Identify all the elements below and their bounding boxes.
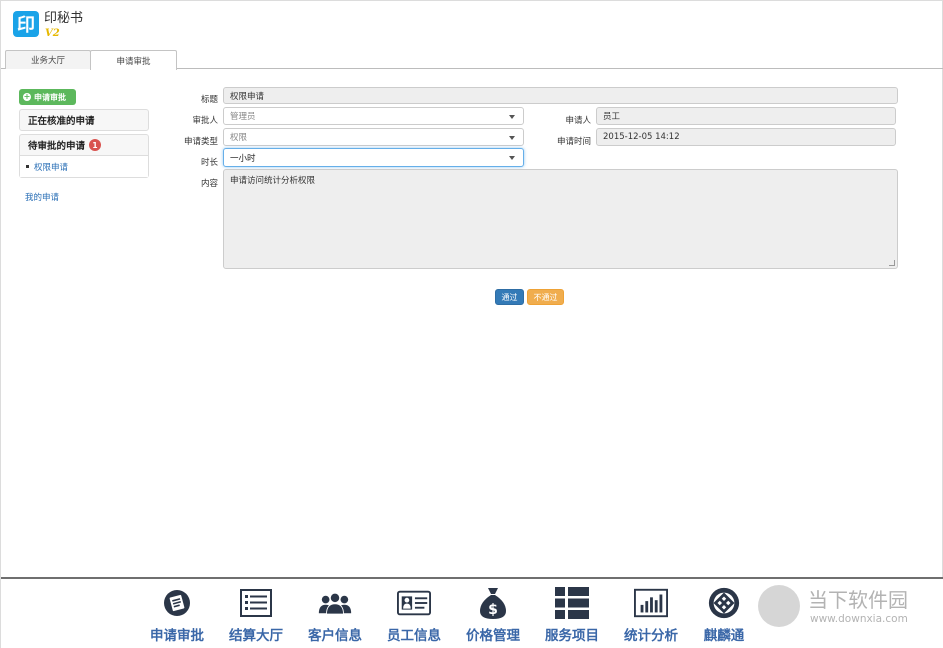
app-window: 印 印秘书 V2 业务大厅 申请审批 + 申请审批 正在核准的申请 待审批的申请…	[0, 0, 943, 648]
watermark: 当下软件园 www.downxia.com	[758, 581, 938, 637]
approving-header[interactable]: 正在核准的申请	[20, 110, 148, 130]
plus-icon: +	[23, 92, 31, 101]
type-label: 申请类型	[183, 137, 218, 147]
bullet-icon	[26, 165, 29, 168]
apply-time-label: 申请时间	[556, 137, 591, 147]
approval-icon	[160, 586, 194, 620]
apply-time-field[interactable]: 2015-12-05 14:12	[596, 128, 896, 146]
nav-label: 员工信息	[387, 628, 441, 644]
nav-apply-approval[interactable]: 申请审批	[138, 586, 216, 644]
nav-label: 麒麟通	[703, 628, 745, 644]
list-icon	[239, 586, 273, 620]
nav-service-items[interactable]: 服务项目	[533, 586, 611, 644]
kylin-icon	[707, 586, 741, 620]
approver-label: 审批人	[192, 116, 218, 126]
watermark-title: 当下软件园	[808, 588, 908, 612]
nav-label: 客户信息	[308, 628, 362, 644]
pending-section: 待审批的申请 1 权限申请	[19, 134, 149, 178]
bar-chart-icon	[634, 586, 668, 620]
svg-text:$: $	[488, 602, 498, 618]
duration-value: 一小时	[230, 153, 256, 164]
logo-text: 印秘书	[44, 11, 84, 26]
nav-label: 价格管理	[466, 628, 520, 644]
grid-list-icon	[555, 586, 589, 620]
chevron-down-icon	[509, 115, 515, 119]
apply-approval-button-label: 申请审批	[34, 92, 66, 102]
watermark-logo-icon	[758, 585, 800, 627]
id-card-icon	[397, 586, 431, 620]
pending-count-badge: 1	[89, 139, 102, 151]
type-value: 权限	[230, 133, 248, 143]
applicant-label: 申请人	[565, 116, 591, 126]
content-textarea[interactable]: 申请访问统计分析权限	[223, 169, 898, 269]
nav-statistics[interactable]: 统计分析	[612, 586, 690, 644]
logo-mark: 印	[13, 11, 39, 37]
approver-value: 管理员	[230, 112, 256, 122]
title-label: 标题	[200, 95, 218, 105]
my-applications-link[interactable]: 我的申请	[25, 191, 59, 203]
chevron-down-icon	[509, 136, 515, 140]
approve-button[interactable]: 通过	[495, 289, 524, 305]
reject-button[interactable]: 不通过	[527, 289, 564, 305]
money-bag-icon: $	[476, 586, 510, 620]
content-value: 申请访问统计分析权限	[230, 176, 316, 186]
tab-apply-approval[interactable]: 申请审批	[90, 50, 177, 70]
approver-select[interactable]: 管理员	[223, 107, 524, 125]
resize-handle-icon[interactable]	[889, 260, 895, 266]
title-field[interactable]: 权限申请	[223, 87, 898, 104]
apply-approval-button[interactable]: + 申请审批	[19, 89, 76, 105]
nav-label: 结算大厅	[229, 628, 283, 644]
approving-section: 正在核准的申请	[19, 109, 149, 131]
users-icon	[318, 586, 352, 620]
pending-item-label: 权限申请	[34, 162, 69, 173]
duration-select[interactable]: 一小时	[223, 148, 524, 167]
type-select[interactable]: 权限	[223, 128, 524, 146]
pending-item[interactable]: 权限申请	[20, 155, 148, 177]
duration-label: 时长	[200, 158, 218, 168]
nav-label: 统计分析	[624, 628, 678, 644]
nav-customer-info[interactable]: 客户信息	[296, 586, 374, 644]
nav-price-management[interactable]: $ 价格管理	[454, 586, 532, 644]
watermark-url: www.downxia.com	[810, 613, 908, 625]
tab-business-hall[interactable]: 业务大厅	[5, 50, 91, 69]
app-logo: 印 印秘书 V2	[13, 11, 83, 39]
nav-label: 服务项目	[545, 628, 599, 644]
pending-header[interactable]: 待审批的申请 1	[20, 135, 148, 155]
version-label: V2	[45, 28, 60, 39]
applicant-field[interactable]: 员工	[596, 107, 896, 125]
nav-settlement-hall[interactable]: 结算大厅	[217, 586, 295, 644]
nav-kylin[interactable]: 麒麟通	[685, 586, 763, 644]
pending-header-label: 待审批的申请	[28, 141, 86, 152]
chevron-down-icon	[509, 156, 515, 160]
content-label: 内容	[200, 179, 218, 189]
nav-employee-info[interactable]: 员工信息	[375, 586, 453, 644]
nav-label: 申请审批	[150, 628, 204, 644]
tab-bar: 业务大厅 申请审批	[1, 49, 943, 70]
